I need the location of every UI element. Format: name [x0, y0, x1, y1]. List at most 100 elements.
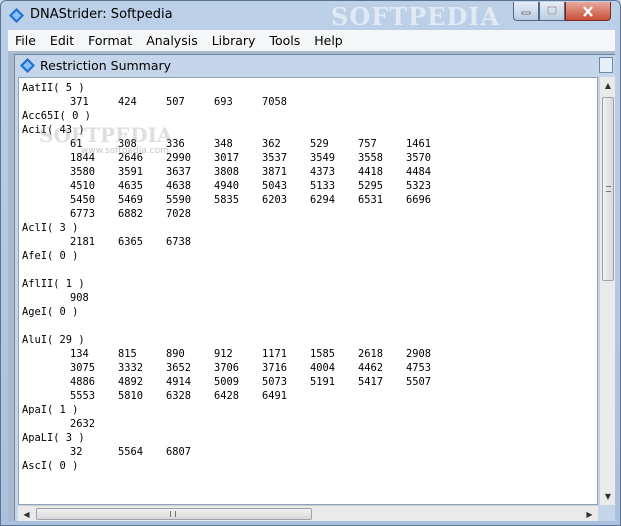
- menu-format[interactable]: Format: [81, 33, 139, 48]
- enzyme-name: ApaLI: [22, 432, 54, 444]
- site-position: 5073: [262, 376, 288, 388]
- menu-help[interactable]: Help: [307, 33, 350, 48]
- horizontal-scroll-thumb[interactable]: [36, 508, 312, 520]
- site-position: 5590: [166, 194, 192, 206]
- site-position: 5323: [406, 180, 432, 192]
- site-position: 4940: [214, 180, 240, 192]
- site-row: 3075 3332 3652 3706 3716 4004 4462 4753: [22, 361, 454, 375]
- site-position: 1171: [262, 348, 288, 360]
- scroll-right-button[interactable]: ▶: [581, 506, 598, 522]
- site-position: 3537: [262, 152, 288, 164]
- site-position: 3637: [166, 166, 192, 178]
- mdi-client-area: Restriction Summary AatII( 5 ) 371 424 507 6…: [8, 51, 615, 521]
- site-count: 29: [59, 334, 73, 346]
- summary-text-area[interactable]: AatII( 5 ) 371 424 507 693 7058 Acc65I( 0 ) Aci…: [18, 77, 598, 505]
- site-row: 134 815 890 912 1171 1585 2618 2908: [22, 347, 454, 361]
- enzyme-name: AciI: [22, 124, 48, 136]
- summary-content: AatII( 5 ) 371 424 507 693 7058 Acc65I( 0 ) Aci…: [22, 81, 454, 473]
- child-window-title: Restriction Summary: [40, 58, 172, 73]
- site-position: 529: [310, 138, 329, 150]
- site-position: 3716: [262, 362, 288, 374]
- child-title-bar[interactable]: Restriction Summary: [15, 55, 615, 77]
- site-position: 6882: [118, 208, 144, 220]
- vertical-scrollbar[interactable]: ▲ ▼: [599, 77, 615, 505]
- site-position: 32: [70, 446, 83, 458]
- grip-icon: [606, 186, 611, 192]
- site-row: 5450 5469 5590 5835 6203 6294 6531 6696: [22, 193, 454, 207]
- site-position: 5564: [118, 446, 144, 458]
- site-position: 3808: [214, 166, 240, 178]
- site-position: 693: [214, 96, 233, 108]
- site-row: 6773 6882 7028: [22, 207, 454, 221]
- site-row: 5553 5810 6328 6428 6491: [22, 389, 454, 403]
- app-icon[interactable]: [9, 8, 24, 23]
- site-position: 6807: [166, 446, 192, 458]
- site-position: 3652: [166, 362, 192, 374]
- site-position: 5043: [262, 180, 288, 192]
- minimize-button[interactable]: [513, 2, 539, 21]
- site-row: 3580 3591 3637 3808 3871 4373 4418 4484: [22, 165, 454, 179]
- enzyme-name: AatII: [22, 82, 54, 94]
- site-position: 5191: [310, 376, 336, 388]
- site-position: 4892: [118, 376, 144, 388]
- horizontal-scrollbar[interactable]: ◀ ▶: [18, 505, 598, 521]
- site-position: 1461: [406, 138, 432, 150]
- scroll-up-button[interactable]: ▲: [600, 77, 616, 94]
- site-position: 5295: [358, 180, 384, 192]
- site-position: 5417: [358, 376, 384, 388]
- title-bar[interactable]: DNAStrider: Softpedia SOFTPEDIA: [1, 1, 620, 31]
- site-position: 507: [166, 96, 185, 108]
- enzyme-name: AfeI: [22, 250, 48, 262]
- site-position: 3332: [118, 362, 144, 374]
- enzyme-header: ApaLI( 3 ): [22, 432, 85, 444]
- site-position: 5835: [214, 194, 240, 206]
- site-count: 43: [59, 124, 73, 136]
- site-position: 5469: [118, 194, 144, 206]
- menu-edit[interactable]: Edit: [43, 33, 81, 48]
- site-position: 134: [70, 348, 89, 360]
- scroll-down-button[interactable]: ▼: [600, 488, 616, 505]
- site-position: 6491: [262, 390, 288, 402]
- site-position: 424: [118, 96, 137, 108]
- menu-analysis[interactable]: Analysis: [139, 33, 205, 48]
- chevron-right-icon: ▶: [586, 509, 593, 519]
- site-position: 5133: [310, 180, 336, 192]
- site-position: 4638: [166, 180, 192, 192]
- enzyme-name: AscI: [22, 460, 48, 472]
- chevron-up-icon: ▲: [604, 81, 612, 90]
- scroll-left-button[interactable]: ◀: [18, 506, 35, 522]
- site-position: 6365: [118, 236, 144, 248]
- site-position: 6531: [358, 194, 384, 206]
- site-position: 757: [358, 138, 377, 150]
- enzyme-header: AciI( 43 ): [22, 124, 85, 136]
- enzyme-header: AluI( 29 ): [22, 334, 85, 346]
- site-position: 4510: [70, 180, 96, 192]
- menu-tools[interactable]: Tools: [262, 33, 307, 48]
- site-position: 908: [70, 292, 89, 304]
- site-position: 3871: [262, 166, 288, 178]
- document-icon[interactable]: [20, 58, 35, 73]
- site-position: 2908: [406, 348, 432, 360]
- maximize-button[interactable]: [539, 2, 565, 21]
- child-window-button[interactable]: [599, 57, 613, 73]
- site-position: 5507: [406, 376, 432, 388]
- site-position: 3558: [358, 152, 384, 164]
- site-position: 4753: [406, 362, 432, 374]
- menu-library[interactable]: Library: [205, 33, 263, 48]
- site-position: 7058: [262, 96, 288, 108]
- site-position: 3549: [310, 152, 336, 164]
- close-button[interactable]: [565, 2, 611, 21]
- site-position: 3580: [70, 166, 96, 178]
- enzyme-name: AluI: [22, 334, 48, 346]
- enzyme-name: Acc65I: [22, 110, 60, 122]
- site-position: 5810: [118, 390, 144, 402]
- vertical-scroll-thumb[interactable]: [602, 97, 614, 281]
- menu-file[interactable]: File: [8, 33, 43, 48]
- site-position: 4914: [166, 376, 192, 388]
- enzyme-name: AgeI: [22, 306, 48, 318]
- site-row: 32 5564 6807: [22, 445, 454, 459]
- maximize-icon: [547, 6, 557, 15]
- site-row: 2181 6365 6738: [22, 235, 454, 249]
- site-position: 815: [118, 348, 137, 360]
